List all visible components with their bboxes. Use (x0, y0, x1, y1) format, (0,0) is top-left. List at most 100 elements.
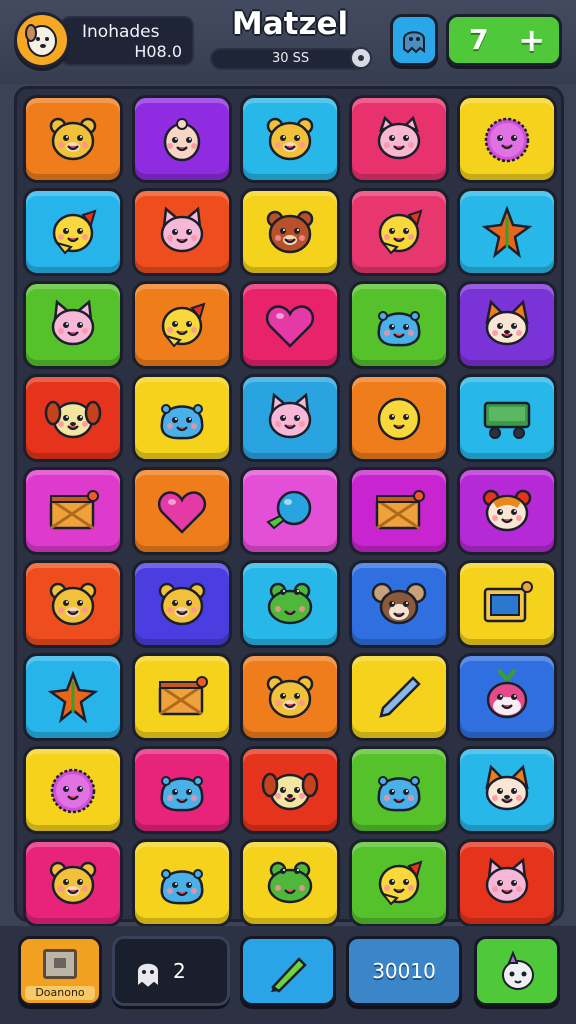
tile[interactable] (348, 188, 449, 276)
progress-bar: 30 SS (210, 47, 372, 70)
tile[interactable] (23, 560, 123, 648)
round-face-icon (377, 397, 420, 441)
hamster-face-icon (482, 489, 532, 532)
top-bar: Inohades H08.0 Matzel 30 SS 7 + (0, 0, 576, 84)
candy-icon (266, 490, 312, 530)
bird-face-icon (378, 209, 422, 255)
blob-face-icon (377, 776, 420, 812)
crate-icon (375, 490, 425, 530)
radish-face-icon (486, 668, 528, 719)
tile[interactable] (348, 653, 449, 741)
bear-face-icon (266, 210, 314, 254)
tile[interactable] (23, 839, 123, 927)
tile[interactable] (131, 281, 232, 369)
tile[interactable] (457, 653, 557, 741)
pencil-icon (271, 957, 307, 993)
tile[interactable] (23, 95, 123, 183)
tile[interactable] (23, 467, 123, 555)
tile[interactable] (457, 374, 557, 462)
tile[interactable] (348, 560, 449, 648)
avatar[interactable] (14, 12, 70, 68)
fox-face-icon (485, 764, 529, 811)
tile[interactable] (131, 95, 232, 183)
level-button[interactable]: 7 + (446, 14, 562, 66)
bird-face-icon (161, 302, 205, 348)
mouse-face-icon (371, 582, 426, 625)
character-button[interactable] (390, 14, 438, 66)
tile[interactable] (23, 281, 123, 369)
bear-face-icon (266, 117, 314, 161)
ghost-icon (136, 961, 160, 990)
tile[interactable] (457, 839, 557, 927)
box-icon (43, 949, 77, 979)
tile[interactable] (131, 839, 232, 927)
pencil-button[interactable] (240, 936, 336, 1006)
tile[interactable] (240, 188, 340, 276)
tile[interactable] (457, 560, 557, 648)
tile[interactable] (240, 560, 340, 648)
tile[interactable] (240, 95, 340, 183)
bunny-face-icon (163, 118, 200, 162)
bear-face-icon (49, 861, 97, 905)
blob-face-icon (160, 404, 203, 440)
tile[interactable] (240, 839, 340, 927)
item-slot-button[interactable]: Doanono (18, 936, 102, 1006)
tile[interactable] (131, 374, 232, 462)
tile[interactable] (240, 374, 340, 462)
cat-face-icon (51, 299, 95, 346)
tile[interactable] (23, 188, 123, 276)
player-score: H08.0 (134, 42, 182, 61)
tile[interactable] (457, 95, 557, 183)
eye-icon (350, 47, 372, 69)
tile[interactable] (348, 374, 449, 462)
pig-face-icon (377, 115, 420, 160)
puzzle-board (14, 86, 564, 927)
item-label: Doanono (25, 986, 95, 1000)
tile[interactable] (240, 653, 340, 741)
frog-face-icon (267, 582, 313, 625)
score-display: 30010 (346, 936, 462, 1006)
tile[interactable] (348, 839, 449, 927)
blob-face-icon (377, 311, 420, 347)
tile[interactable] (240, 746, 340, 834)
tile[interactable] (457, 281, 557, 369)
bottom-toolbar: Doanono 2 30010 (0, 926, 576, 1024)
cat-face-icon (485, 857, 529, 904)
tile[interactable] (348, 281, 449, 369)
tile[interactable] (23, 374, 123, 462)
heart-icon (157, 491, 206, 534)
tile[interactable] (23, 746, 123, 834)
blob-face-icon (160, 869, 203, 905)
dog-face-icon (25, 24, 57, 57)
score-value: 30010 (372, 959, 436, 983)
bear-face-icon (158, 582, 205, 626)
tile[interactable] (457, 188, 557, 276)
ghost-counter-button[interactable]: 2 (112, 936, 230, 1006)
fuzzy-ball-icon (484, 117, 530, 163)
tile[interactable] (457, 467, 557, 555)
tile[interactable] (131, 653, 232, 741)
bird-face-icon (52, 209, 97, 255)
blob-face-icon (160, 776, 203, 812)
bird-face-icon (378, 860, 422, 906)
tile[interactable] (131, 467, 232, 555)
tile[interactable] (23, 653, 123, 741)
tile[interactable] (131, 746, 232, 834)
tile[interactable] (348, 746, 449, 834)
heart-icon (265, 305, 315, 348)
tile[interactable] (131, 188, 232, 276)
crate-icon (49, 490, 99, 530)
pet-button[interactable] (474, 936, 560, 1006)
tool-icon (378, 676, 421, 718)
tile[interactable] (348, 467, 449, 555)
tile[interactable] (348, 95, 449, 183)
tile[interactable] (240, 467, 340, 555)
bear-face-icon (266, 675, 314, 719)
pet-face-icon (502, 950, 534, 990)
spiky-leaf-icon (47, 670, 99, 724)
cat-face-icon (268, 392, 312, 439)
tile[interactable] (240, 281, 340, 369)
tile[interactable] (131, 560, 232, 648)
cat-face-icon (160, 206, 203, 253)
tile[interactable] (457, 746, 557, 834)
